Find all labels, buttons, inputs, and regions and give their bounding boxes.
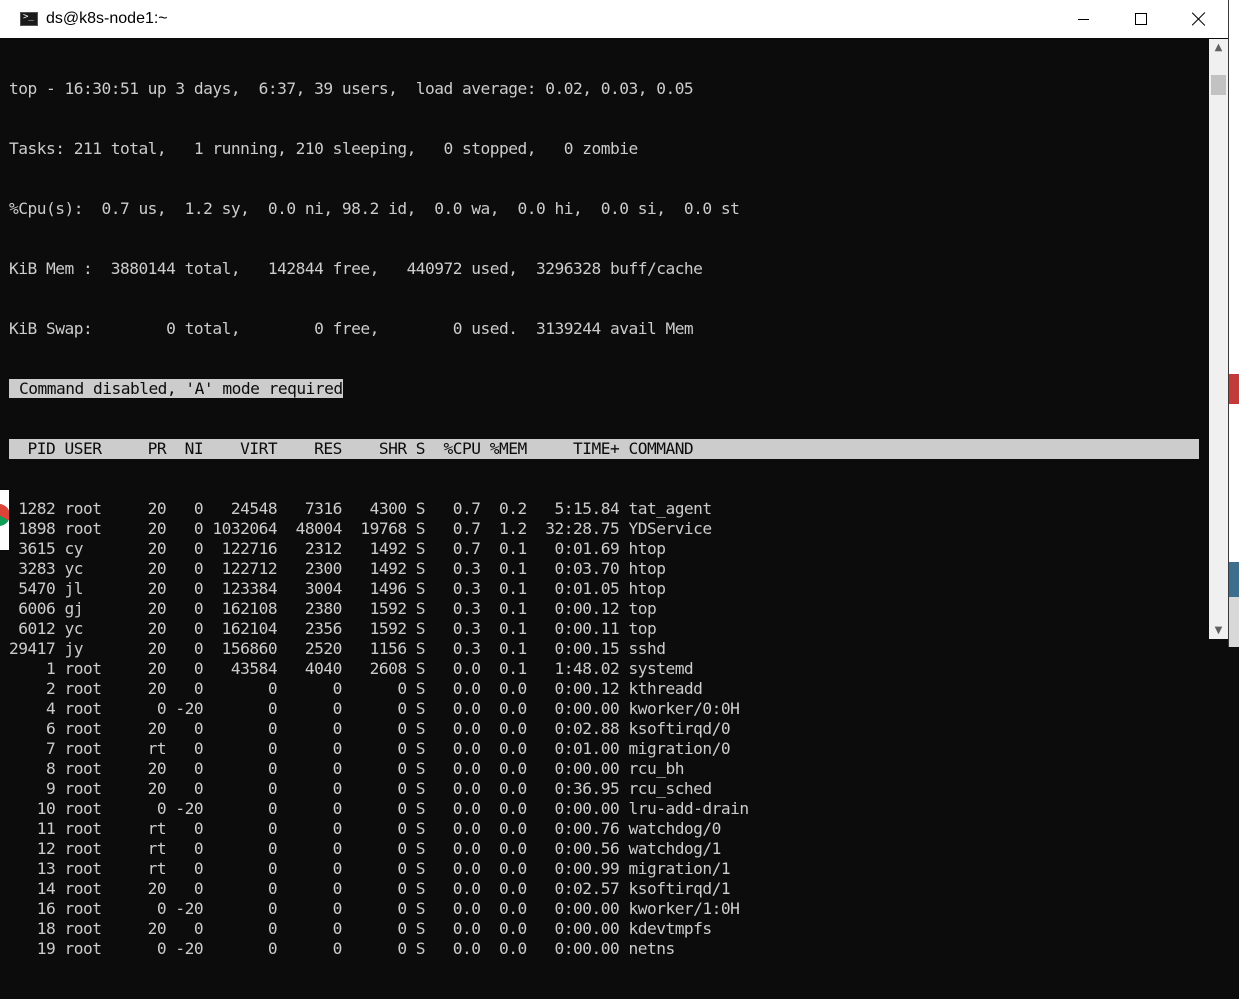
scroll-down-icon[interactable]: ▼ xyxy=(1209,622,1228,639)
chrome-icon xyxy=(0,504,9,526)
process-row: 5470 jl 20 0 123384 3004 1496 S 0.3 0.1 … xyxy=(9,579,666,598)
close-icon xyxy=(1192,12,1206,26)
process-row: 7 root rt 0 0 0 0 S 0.0 0.0 0:01.00 migr… xyxy=(9,739,731,758)
close-button[interactable] xyxy=(1170,0,1228,38)
process-row: 29417 jy 20 0 156860 2520 1156 S 0.3 0.1… xyxy=(9,639,666,658)
swap-line: KiB Swap: 0 total, 0 free, 0 used. 31392… xyxy=(9,319,694,338)
window-title: ds@k8s-node1:~ xyxy=(46,10,168,27)
command-disabled-message: Command disabled, 'A' mode required xyxy=(9,379,343,398)
process-row: 3283 yc 20 0 122712 2300 1492 S 0.3 0.1 … xyxy=(9,559,666,578)
message-line: Command disabled, 'A' mode required xyxy=(9,379,1209,399)
terminal-output[interactable]: top - 16:30:51 up 3 days, 6:37, 39 users… xyxy=(9,39,1209,958)
process-row: 10 root 0 -20 0 0 0 S 0.0 0.0 0:00.00 lr… xyxy=(9,799,749,818)
process-table-header: PID USER PR NI VIRT RES SHR S %CPU %MEM … xyxy=(9,439,1199,459)
process-row: 1282 root 20 0 24548 7316 4300 S 0.7 0.2… xyxy=(9,499,712,518)
tasks-line: Tasks: 211 total, 1 running, 210 sleepin… xyxy=(9,139,638,158)
process-row: 4 root 0 -20 0 0 0 S 0.0 0.0 0:00.00 kwo… xyxy=(9,699,740,718)
maximize-icon xyxy=(1135,13,1147,25)
background-app-fragment xyxy=(1229,374,1239,404)
process-row: 16 root 0 -20 0 0 0 S 0.0 0.0 0:00.00 kw… xyxy=(9,899,740,918)
process-row: 9 root 20 0 0 0 0 S 0.0 0.0 0:36.95 rcu_… xyxy=(9,779,712,798)
process-row: 3615 cy 20 0 122716 2312 1492 S 0.7 0.1 … xyxy=(9,539,666,558)
background-app-fragment xyxy=(1229,597,1239,647)
title-bar[interactable]: >_ ds@k8s-node1:~ xyxy=(0,0,1228,38)
scroll-up-icon[interactable]: ▲ xyxy=(1209,39,1228,56)
process-row: 6 root 20 0 0 0 0 S 0.0 0.0 0:02.88 ksof… xyxy=(9,719,731,738)
terminal-window: >_ ds@k8s-node1:~ top - 16:30:51 up 3 da… xyxy=(0,0,1229,958)
process-row: 1 root 20 0 43584 4040 2608 S 0.0 0.1 1:… xyxy=(9,659,694,678)
process-row: 12 root rt 0 0 0 0 S 0.0 0.0 0:00.56 wat… xyxy=(9,839,722,858)
background-desktop-strip xyxy=(1229,0,1239,647)
process-row: 6012 yc 20 0 162104 2356 1592 S 0.3 0.1 … xyxy=(9,619,657,638)
maximize-button[interactable] xyxy=(1112,0,1170,38)
terminal-icon: >_ xyxy=(20,12,38,26)
minimize-icon xyxy=(1077,18,1089,20)
cpu-line: %Cpu(s): 0.7 us, 1.2 sy, 0.0 ni, 98.2 id… xyxy=(9,199,740,218)
process-row: 6006 gj 20 0 162108 2380 1592 S 0.3 0.1 … xyxy=(9,599,657,618)
minimize-button[interactable] xyxy=(1054,0,1112,38)
process-row: 14 root 20 0 0 0 0 S 0.0 0.0 0:02.57 kso… xyxy=(9,879,731,898)
background-app-fragment xyxy=(1229,562,1239,597)
process-row: 8 root 20 0 0 0 0 S 0.0 0.0 0:00.00 rcu_… xyxy=(9,759,684,778)
background-chrome-strip xyxy=(0,490,9,550)
top-uptime-line: top - 16:30:51 up 3 days, 6:37, 39 users… xyxy=(9,79,694,98)
process-row: 19 root 0 -20 0 0 0 S 0.0 0.0 0:00.00 ne… xyxy=(9,939,675,958)
process-row: 11 root rt 0 0 0 0 S 0.0 0.0 0:00.76 wat… xyxy=(9,819,722,838)
process-row: 1898 root 20 0 1032064 48004 19768 S 0.7… xyxy=(9,519,712,538)
process-table-body: 1282 root 20 0 24548 7316 4300 S 0.7 0.2… xyxy=(9,499,1209,959)
scrollbar-thumb[interactable] xyxy=(1211,75,1226,95)
process-row: 18 root 20 0 0 0 0 S 0.0 0.0 0:00.00 kde… xyxy=(9,919,712,938)
vertical-scrollbar[interactable]: ▲ ▼ xyxy=(1209,39,1228,639)
mem-line: KiB Mem : 3880144 total, 142844 free, 44… xyxy=(9,259,703,278)
process-row: 13 root rt 0 0 0 0 S 0.0 0.0 0:00.99 mig… xyxy=(9,859,731,878)
process-row: 2 root 20 0 0 0 0 S 0.0 0.0 0:00.12 kthr… xyxy=(9,679,703,698)
